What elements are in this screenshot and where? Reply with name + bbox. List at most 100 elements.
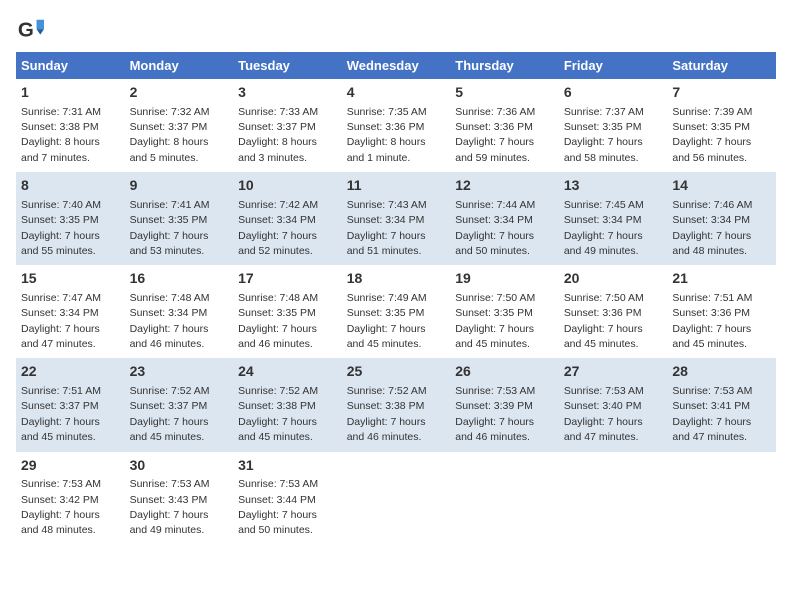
day-number: 20 [564, 269, 663, 289]
day-info: Sunrise: 7:51 AM Sunset: 3:37 PM Dayligh… [21, 385, 101, 443]
day-number: 12 [455, 176, 554, 196]
calendar-cell: 15 Sunrise: 7:47 AM Sunset: 3:34 PM Dayli… [16, 265, 125, 358]
day-info: Sunrise: 7:52 AM Sunset: 3:38 PM Dayligh… [238, 385, 318, 443]
calendar-cell: 9Sunrise: 7:41 AM Sunset: 3:35 PM Daylig… [125, 172, 234, 265]
calendar-cell: 8 Sunrise: 7:40 AM Sunset: 3:35 PM Daylig… [16, 172, 125, 265]
day-number: 16 [130, 269, 229, 289]
day-number: 18 [347, 269, 446, 289]
calendar-cell: 20 Sunrise: 7:50 AM Sunset: 3:36 PM Dayli… [559, 265, 668, 358]
day-number: 31 [238, 456, 337, 476]
day-number: 19 [455, 269, 554, 289]
day-info: Sunrise: 7:53 AM Sunset: 3:42 PM Dayligh… [21, 478, 101, 536]
day-info: Sunrise: 7:45 AM Sunset: 3:34 PM Dayligh… [564, 199, 644, 257]
day-number: 9 [130, 176, 229, 196]
calendar-cell [450, 452, 559, 545]
calendar-cell: 27 Sunrise: 7:53 AM Sunset: 3:40 PM Dayli… [559, 358, 668, 451]
day-info: Sunrise: 7:39 AM Sunset: 3:35 PM Dayligh… [672, 106, 752, 164]
week-row-2: 8 Sunrise: 7:40 AM Sunset: 3:35 PM Daylig… [16, 172, 776, 265]
day-number: 26 [455, 362, 554, 382]
calendar-cell [559, 452, 668, 545]
day-info: Sunrise: 7:49 AM Sunset: 3:35 PM Dayligh… [347, 292, 427, 350]
calendar-cell: 28 Sunrise: 7:53 AM Sunset: 3:41 PM Dayli… [667, 358, 776, 451]
calendar-cell: 23 Sunrise: 7:52 AM Sunset: 3:37 PM Dayli… [125, 358, 234, 451]
calendar-cell: 30Sunrise: 7:53 AM Sunset: 3:43 PM Dayli… [125, 452, 234, 545]
calendar-cell: 3 Sunrise: 7:33 AM Sunset: 3:37 PM Daylig… [233, 79, 342, 172]
day-number: 4 [347, 83, 446, 103]
day-header-sunday: Sunday [16, 52, 125, 79]
calendar-cell: 14Sunrise: 7:46 AM Sunset: 3:34 PM Dayli… [667, 172, 776, 265]
calendar-cell: 24 Sunrise: 7:52 AM Sunset: 3:38 PM Dayli… [233, 358, 342, 451]
day-number: 14 [672, 176, 771, 196]
day-info: Sunrise: 7:44 AM Sunset: 3:34 PM Dayligh… [455, 199, 535, 257]
calendar-cell: 5Sunrise: 7:36 AM Sunset: 3:36 PM Daylig… [450, 79, 559, 172]
day-number: 10 [238, 176, 337, 196]
day-info: Sunrise: 7:35 AM Sunset: 3:36 PM Dayligh… [347, 106, 427, 164]
day-info: Sunrise: 7:43 AM Sunset: 3:34 PM Dayligh… [347, 199, 427, 257]
day-number: 2 [130, 83, 229, 103]
calendar-cell: 25 Sunrise: 7:52 AM Sunset: 3:38 PM Dayli… [342, 358, 451, 451]
day-info: Sunrise: 7:48 AM Sunset: 3:35 PM Dayligh… [238, 292, 318, 350]
day-number: 5 [455, 83, 554, 103]
day-info: Sunrise: 7:47 AM Sunset: 3:34 PM Dayligh… [21, 292, 101, 350]
calendar-cell: 2 Sunrise: 7:32 AM Sunset: 3:37 PM Daylig… [125, 79, 234, 172]
header-row: SundayMondayTuesdayWednesdayThursdayFrid… [16, 52, 776, 79]
page-header: G [16, 16, 776, 44]
day-header-friday: Friday [559, 52, 668, 79]
day-number: 8 [21, 176, 120, 196]
day-info: Sunrise: 7:50 AM Sunset: 3:35 PM Dayligh… [455, 292, 535, 350]
day-info: Sunrise: 7:33 AM Sunset: 3:37 PM Dayligh… [238, 106, 318, 164]
day-info: Sunrise: 7:50 AM Sunset: 3:36 PM Dayligh… [564, 292, 644, 350]
day-info: Sunrise: 7:42 AM Sunset: 3:34 PM Dayligh… [238, 199, 318, 257]
day-info: Sunrise: 7:53 AM Sunset: 3:40 PM Dayligh… [564, 385, 644, 443]
day-number: 6 [564, 83, 663, 103]
day-number: 3 [238, 83, 337, 103]
day-info: Sunrise: 7:31 AM Sunset: 3:38 PM Dayligh… [21, 106, 101, 164]
day-number: 21 [672, 269, 771, 289]
calendar-cell: 31Sunrise: 7:53 AM Sunset: 3:44 PM Dayli… [233, 452, 342, 545]
calendar-cell: 19 Sunrise: 7:50 AM Sunset: 3:35 PM Dayli… [450, 265, 559, 358]
day-number: 22 [21, 362, 120, 382]
calendar-cell: 22 Sunrise: 7:51 AM Sunset: 3:37 PM Dayli… [16, 358, 125, 451]
day-number: 24 [238, 362, 337, 382]
calendar-cell: 6 Sunrise: 7:37 AM Sunset: 3:35 PM Daylig… [559, 79, 668, 172]
calendar-cell: 18 Sunrise: 7:49 AM Sunset: 3:35 PM Dayli… [342, 265, 451, 358]
day-header-tuesday: Tuesday [233, 52, 342, 79]
calendar-cell: 11Sunrise: 7:43 AM Sunset: 3:34 PM Dayli… [342, 172, 451, 265]
day-info: Sunrise: 7:53 AM Sunset: 3:44 PM Dayligh… [238, 478, 318, 536]
calendar-cell: 13 Sunrise: 7:45 AM Sunset: 3:34 PM Dayli… [559, 172, 668, 265]
calendar-cell: 4 Sunrise: 7:35 AM Sunset: 3:36 PM Daylig… [342, 79, 451, 172]
day-number: 15 [21, 269, 120, 289]
day-header-monday: Monday [125, 52, 234, 79]
day-info: Sunrise: 7:53 AM Sunset: 3:41 PM Dayligh… [672, 385, 752, 443]
day-number: 13 [564, 176, 663, 196]
calendar-cell: 21Sunrise: 7:51 AM Sunset: 3:36 PM Dayli… [667, 265, 776, 358]
day-number: 23 [130, 362, 229, 382]
day-info: Sunrise: 7:37 AM Sunset: 3:35 PM Dayligh… [564, 106, 644, 164]
calendar-cell: 10 Sunrise: 7:42 AM Sunset: 3:34 PM Dayli… [233, 172, 342, 265]
week-row-4: 22 Sunrise: 7:51 AM Sunset: 3:37 PM Dayli… [16, 358, 776, 451]
day-number: 27 [564, 362, 663, 382]
day-info: Sunrise: 7:53 AM Sunset: 3:39 PM Dayligh… [455, 385, 535, 443]
day-number: 30 [130, 456, 229, 476]
day-number: 25 [347, 362, 446, 382]
day-number: 17 [238, 269, 337, 289]
day-info: Sunrise: 7:53 AM Sunset: 3:43 PM Dayligh… [130, 478, 210, 536]
calendar-cell: 7 Sunrise: 7:39 AM Sunset: 3:35 PM Daylig… [667, 79, 776, 172]
calendar-cell: 17 Sunrise: 7:48 AM Sunset: 3:35 PM Dayli… [233, 265, 342, 358]
day-info: Sunrise: 7:40 AM Sunset: 3:35 PM Dayligh… [21, 199, 101, 257]
week-row-1: 1Sunrise: 7:31 AM Sunset: 3:38 PM Daylig… [16, 79, 776, 172]
calendar-cell: 26 Sunrise: 7:53 AM Sunset: 3:39 PM Dayli… [450, 358, 559, 451]
day-header-saturday: Saturday [667, 52, 776, 79]
calendar-cell: 16Sunrise: 7:48 AM Sunset: 3:34 PM Dayli… [125, 265, 234, 358]
week-row-3: 15 Sunrise: 7:47 AM Sunset: 3:34 PM Dayli… [16, 265, 776, 358]
day-info: Sunrise: 7:52 AM Sunset: 3:37 PM Dayligh… [130, 385, 210, 443]
logo: G [16, 16, 48, 44]
calendar-cell [342, 452, 451, 545]
day-info: Sunrise: 7:52 AM Sunset: 3:38 PM Dayligh… [347, 385, 427, 443]
calendar-table: SundayMondayTuesdayWednesdayThursdayFrid… [16, 52, 776, 545]
day-number: 7 [672, 83, 771, 103]
day-info: Sunrise: 7:32 AM Sunset: 3:37 PM Dayligh… [130, 106, 210, 164]
day-number: 28 [672, 362, 771, 382]
logo-icon: G [16, 16, 44, 44]
calendar-cell: 12 Sunrise: 7:44 AM Sunset: 3:34 PM Dayli… [450, 172, 559, 265]
